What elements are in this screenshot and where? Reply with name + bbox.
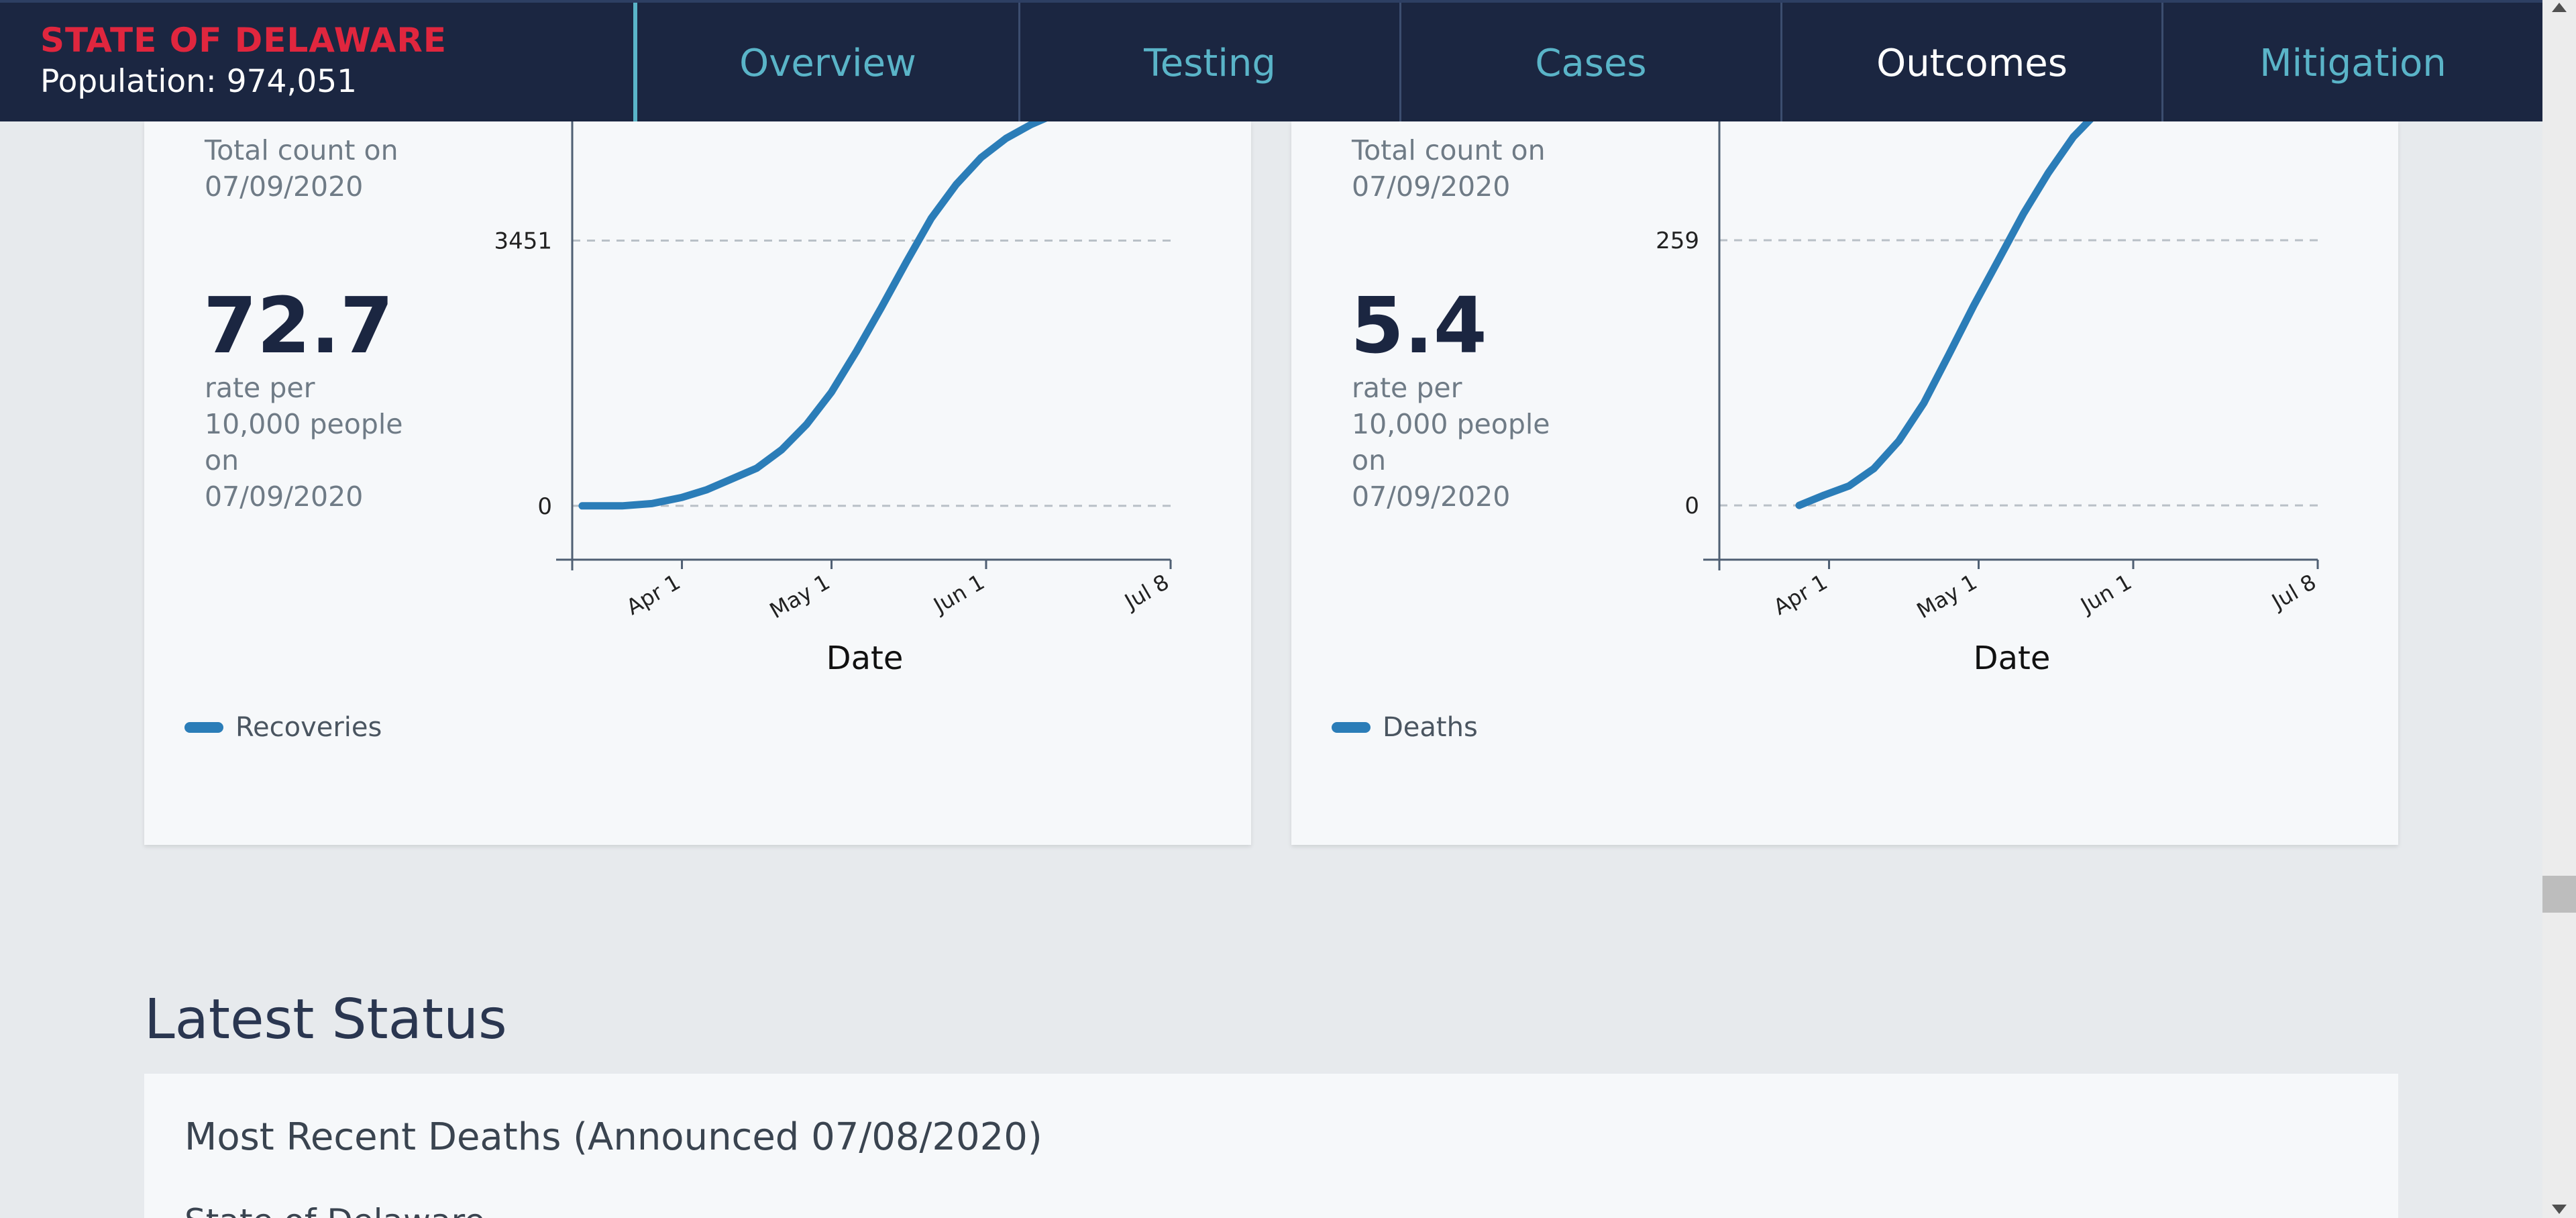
tab-outcomes[interactable]: Outcomes: [1780, 3, 2161, 124]
y-tick-label: 3451: [494, 227, 552, 254]
legend-swatch: [1332, 722, 1371, 733]
status-subheading: State of Delaware: [184, 1200, 485, 1218]
deaths-chart: 0 259 Apr 1 May 1 Jun 1 Jul 8 Date: [1656, 121, 2320, 677]
scrollbar-thumb[interactable]: [2542, 876, 2576, 913]
scroll-up-arrow-icon[interactable]: [2552, 3, 2567, 12]
y-tick-label: 259: [1656, 227, 1699, 254]
most-recent-deaths-heading: Most Recent Deaths (Announced 07/08/2020…: [184, 1115, 1042, 1159]
legend-swatch: [184, 722, 223, 733]
top-navigation-bar: STATE OF DELAWARE Population: 974,051 Ov…: [0, 0, 2542, 124]
x-tick-label: Jul 8: [2266, 569, 2320, 615]
x-axis-title: Date: [826, 640, 904, 677]
deaths-legend[interactable]: Deaths: [1332, 712, 1478, 743]
nav-tabs: Overview Testing Cases Outcomes Mitigati…: [637, 3, 2542, 124]
tab-mitigation[interactable]: Mitigation: [2161, 3, 2542, 124]
series-line: [578, 121, 1048, 510]
x-tick-label: Jun 1: [928, 569, 988, 619]
population-label: Population: 974,051: [40, 63, 358, 100]
x-tick-label: May 1: [765, 569, 835, 623]
x-axis-title: Date: [1974, 640, 2051, 677]
y-tick-label: 0: [537, 493, 552, 520]
x-tick-label: Apr 1: [622, 569, 684, 620]
x-tick-label: Jul 8: [1119, 569, 1173, 615]
legend-label: Recoveries: [235, 712, 382, 743]
latest-status-title: Latest Status: [144, 988, 507, 1052]
recoveries-card: Total count on 07/09/2020 72.7 rate per …: [144, 121, 1251, 845]
legend-label: Deaths: [1383, 712, 1478, 743]
x-tick-label: Jun 1: [2075, 569, 2135, 619]
tab-overview[interactable]: Overview: [637, 3, 1018, 124]
brand: STATE OF DELAWARE Population: 974,051: [40, 20, 447, 103]
latest-status-card: Most Recent Deaths (Announced 07/08/2020…: [144, 1074, 2398, 1218]
x-tick-label: Apr 1: [1769, 569, 1831, 620]
scrollbar[interactable]: [2542, 0, 2576, 1218]
tab-testing[interactable]: Testing: [1018, 3, 1399, 124]
recoveries-chart: 0 3451 Apr 1 May 1 Jun 1 Jul 8 Date: [494, 121, 1173, 677]
y-tick-label: 0: [1684, 493, 1699, 519]
scroll-down-arrow-icon[interactable]: [2552, 1205, 2567, 1214]
tab-cases[interactable]: Cases: [1399, 3, 1780, 124]
state-name: STATE OF DELAWARE: [40, 21, 447, 60]
recoveries-legend[interactable]: Recoveries: [184, 712, 382, 743]
x-tick-label: May 1: [1913, 569, 1982, 623]
series-line: [1795, 121, 2094, 509]
deaths-card: Total count on 07/09/2020 5.4 rate per 1…: [1291, 121, 2398, 845]
